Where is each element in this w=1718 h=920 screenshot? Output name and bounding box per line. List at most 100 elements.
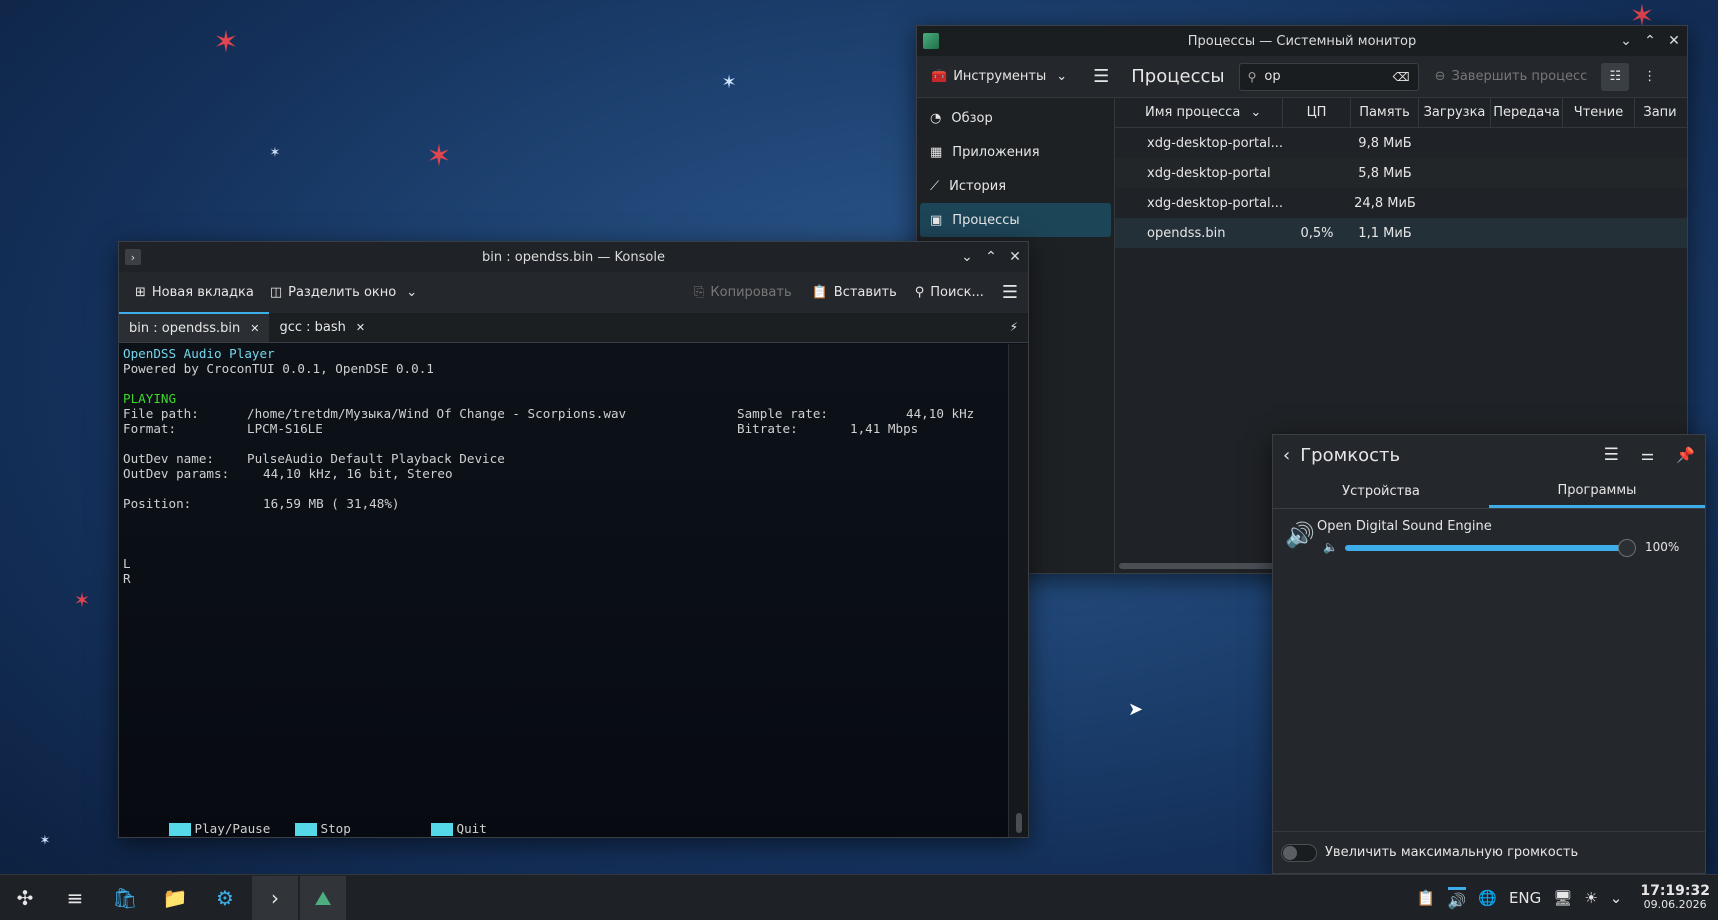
- volume-slider-handle[interactable]: [1618, 539, 1636, 557]
- copy-button[interactable]: ⎘ Копировать: [694, 285, 792, 300]
- system-settings-icon[interactable]: ⚙: [202, 876, 248, 920]
- paste-button[interactable]: 📋 Вставить: [812, 285, 897, 300]
- table-row[interactable]: xdg-desktop-portal... 9,8 МиБ: [1115, 128, 1687, 158]
- close-button[interactable]: ✕: [1008, 249, 1022, 265]
- sidebar-item-applications[interactable]: ▦ Приложения: [920, 135, 1111, 169]
- settings-sliders-launcher-icon[interactable]: ≡: [52, 876, 98, 920]
- clipboard-icon[interactable]: 📋: [1417, 889, 1436, 907]
- tab-devices[interactable]: Устройства: [1273, 475, 1489, 508]
- view-mode-icon[interactable]: ☷: [1601, 62, 1630, 91]
- tab-menu-icon[interactable]: ⚡: [1010, 320, 1018, 334]
- position-value: 16,59 MB ( 31,48%): [263, 496, 400, 511]
- sidebar-item-history[interactable]: ⟋ История: [920, 169, 1111, 203]
- process-name: xdg-desktop-portal...: [1147, 135, 1283, 151]
- wallpaper-star: ✶: [269, 145, 281, 161]
- volume-slider[interactable]: [1345, 539, 1636, 557]
- scrollbar-handle[interactable]: [1016, 813, 1022, 833]
- tools-menu-button[interactable]: 🧰 Инструменты ⌄: [931, 69, 1067, 84]
- hamburger-menu-icon[interactable]: ☰: [1002, 282, 1018, 303]
- chevron-down-icon: ⌄: [1056, 69, 1068, 84]
- discover-store-icon[interactable]: 🛍: [102, 876, 148, 920]
- hamburger-menu-icon[interactable]: ☰: [1093, 66, 1109, 87]
- end-process-button[interactable]: ⊖ Завершить процесс: [1435, 69, 1588, 84]
- column-header-memory[interactable]: Память: [1351, 97, 1419, 128]
- tab-opendss[interactable]: bin : opendss.bin ✕: [119, 312, 270, 342]
- table-row[interactable]: xdg-desktop-portal... 24,8 МиБ: [1115, 188, 1687, 218]
- outdev-params-label: OutDev params:: [123, 466, 230, 481]
- split-view-button[interactable]: ◫ Разделить окно ⌄: [270, 285, 417, 300]
- mute-toggle-icon[interactable]: 🔈: [1323, 540, 1338, 554]
- close-tab-icon[interactable]: ✕: [356, 321, 365, 334]
- close-tab-icon[interactable]: ✕: [250, 322, 259, 335]
- samplerate-label: Sample rate:: [737, 406, 828, 421]
- taskbar: ✣ ≡ 🛍 📁 ⚙ › ⛰ 📋 🔊 🌐 ENG 🖥 ☀ ⌄ 17:19:32 0…: [0, 874, 1718, 920]
- maximize-button[interactable]: ⌃: [1643, 33, 1657, 49]
- volume-popup: ‹ Громкость ☰ ⚌ 📌 Устройства Программы 🔊…: [1272, 434, 1706, 874]
- maximize-button[interactable]: ⌃: [984, 249, 998, 265]
- volume-tray-icon[interactable]: 🔊: [1447, 886, 1467, 910]
- brightness-icon[interactable]: ☀: [1584, 889, 1597, 907]
- settings-sliders-icon[interactable]: ⚌: [1641, 446, 1654, 464]
- tab-applications[interactable]: Программы: [1489, 475, 1705, 508]
- stream-app-name: Open Digital Sound Engine: [1317, 519, 1492, 534]
- keyboard-layout[interactable]: ENG: [1509, 889, 1541, 907]
- konsole-titlebar[interactable]: › bin : opendss.bin — Konsole ⌄ ⌃ ✕: [119, 242, 1028, 272]
- toolbox-icon: 🧰: [931, 69, 948, 84]
- horizontal-scrollbar[interactable]: [1119, 563, 1279, 569]
- powered-by-line: Powered by CroconTUI 0.0.1, OpenDSE 0.0.…: [123, 361, 434, 376]
- process-cpu: [1283, 158, 1351, 188]
- terminal-scrollbar[interactable]: [1008, 344, 1028, 837]
- wallpaper-star: ✶: [721, 72, 737, 93]
- column-header-download[interactable]: Загрузка: [1419, 97, 1491, 128]
- tray-expand-icon[interactable]: ⌄: [1610, 889, 1623, 907]
- clear-search-icon[interactable]: ⌫: [1393, 70, 1410, 84]
- column-header-read[interactable]: Чтение: [1563, 97, 1635, 128]
- network-icon[interactable]: 🌐: [1478, 889, 1497, 907]
- konsole-task-icon[interactable]: ›: [252, 875, 298, 920]
- sysmon-titlebar[interactable]: Процессы — Системный монитор ⌄ ⌃ ✕: [917, 26, 1687, 56]
- pin-icon[interactable]: 📌: [1676, 446, 1695, 464]
- search-input[interactable]: op: [1264, 69, 1384, 84]
- boost-toggle[interactable]: [1281, 843, 1317, 862]
- page-title: Процессы: [1131, 66, 1225, 87]
- column-header-cpu[interactable]: ЦП: [1283, 97, 1351, 128]
- split-view-icon: ◫: [269, 285, 283, 300]
- table-header: Имя процесса ⌄ ЦП Память Загрузка Переда…: [1115, 97, 1687, 128]
- back-arrow-icon[interactable]: ‹: [1283, 445, 1290, 466]
- terminal-output[interactable]: OpenDSS Audio Player Powered by CroconTU…: [119, 344, 1008, 837]
- sidebar-item-label: История: [949, 178, 1007, 194]
- sidebar-item-overview[interactable]: ◔ Обзор: [920, 101, 1111, 135]
- display-icon[interactable]: 🖥: [1553, 889, 1572, 907]
- hotkey-quit: Quit: [385, 806, 487, 837]
- more-options-icon[interactable]: ⋮: [1643, 69, 1656, 84]
- hamburger-menu-icon[interactable]: ☰: [1604, 445, 1619, 465]
- table-row[interactable]: xdg-desktop-portal 5,8 МиБ: [1115, 158, 1687, 188]
- app-launcher-icon[interactable]: ✣: [2, 876, 48, 920]
- column-header-upload[interactable]: Передача: [1491, 97, 1563, 128]
- channel-left-label: L: [123, 556, 131, 571]
- sidebar-item-processes[interactable]: ▣ Процессы: [920, 203, 1111, 237]
- minimize-button[interactable]: ⌄: [960, 249, 974, 265]
- table-row[interactable]: opendss.bin 0,5% 1,1 МиБ: [1115, 218, 1687, 248]
- channel-right-label: R: [123, 571, 131, 586]
- konsole-title: bin : opendss.bin — Konsole: [482, 249, 665, 265]
- sidebar-item-label: Процессы: [952, 212, 1020, 228]
- search-field[interactable]: ⚲ op ⌫: [1238, 62, 1419, 91]
- search-icon: ⚲: [914, 285, 925, 300]
- clock[interactable]: 17:19:32 09.06.2026: [1640, 884, 1710, 912]
- toggle-knob: [1283, 845, 1297, 860]
- file-manager-icon[interactable]: 📁: [152, 876, 198, 920]
- new-tab-label: Новая вкладка: [151, 285, 254, 300]
- find-button[interactable]: ⚲ Поиск...: [915, 285, 984, 300]
- system-monitor-task-icon[interactable]: ⛰: [300, 875, 346, 920]
- outdev-value: PulseAudio Default Playback Device: [247, 451, 505, 466]
- gauge-icon: ◔: [930, 110, 942, 126]
- tab-bash[interactable]: gcc : bash ✕: [269, 312, 375, 342]
- new-tab-button[interactable]: ⊞ Новая вкладка: [135, 285, 254, 300]
- volume-tabs: Устройства Программы: [1273, 475, 1705, 509]
- close-button[interactable]: ✕: [1667, 33, 1681, 49]
- column-header-write[interactable]: Запи: [1635, 98, 1685, 128]
- minimize-button[interactable]: ⌄: [1619, 33, 1633, 49]
- sysmon-title: Процессы — Системный монитор: [1187, 33, 1417, 49]
- column-header-name[interactable]: Имя процесса ⌄: [1115, 97, 1283, 128]
